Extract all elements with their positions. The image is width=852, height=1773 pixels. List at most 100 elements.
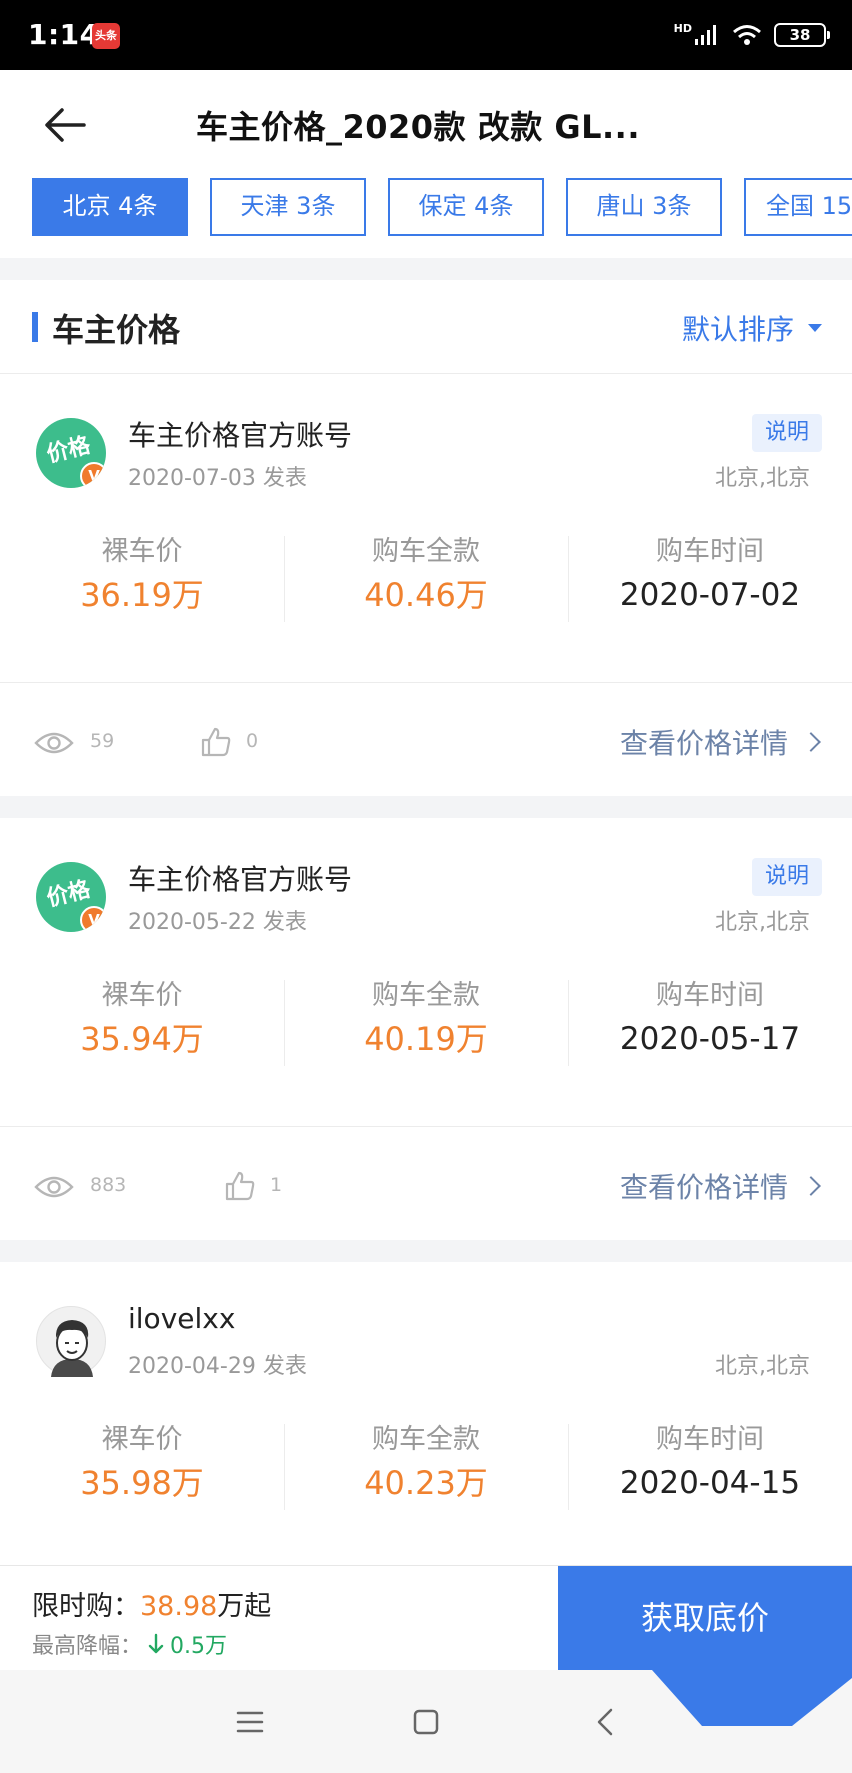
home-square-icon[interactable] [404,1700,448,1744]
price-card[interactable]: 价格 V 车主价格官方账号 2020-05-22 发表 说明 北京,北京 裸车价… [0,818,852,1240]
card-divider [0,682,852,683]
city-tab-tangshan[interactable]: 唐山 3条 [566,178,722,236]
card-footer: 59 0 查看价格详情 [0,708,852,778]
bottom-promo-bar: 限时购：38.98万起 最高降幅： 0.5万 获取底价 [0,1565,852,1671]
owner-price-section-header: 车主价格 默认排序 [0,280,852,374]
official-account-avatar[interactable]: 价格 V [36,862,106,932]
price-card[interactable]: ilovelxx 2020-04-29 发表 北京,北京 裸车价 35.98万 … [0,1262,852,1565]
bare-price-col: 裸车价 36.19万 [0,532,284,620]
post-date: 2020-04-29 发表 [128,1354,307,1379]
avatar-text: 价格 [44,432,93,468]
eye-icon [34,1176,74,1198]
user-name[interactable]: 车主价格官方账号 [128,414,352,454]
total-price-value: 40.23万 [364,1464,488,1502]
hd-label: HD [673,21,692,35]
bare-price-label: 裸车价 [101,536,183,567]
cartoon-user-avatar[interactable] [36,1306,106,1377]
thumbs-up-icon[interactable] [224,1170,256,1202]
get-lowest-price-button[interactable]: 获取底价 [558,1566,852,1671]
card-footer: 883 1 查看价格详情 [0,1152,852,1222]
card-divider [0,1126,852,1127]
location: 北京,北京 [715,466,810,491]
user-name[interactable]: 车主价格官方账号 [128,858,352,898]
verified-badge-icon: V [80,906,106,932]
promo-price: 38.98 [140,1591,218,1622]
view-count: 883 [90,1174,127,1196]
city-filter-tabs: 北京 4条 天津 3条 保定 4条 唐山 3条 全国 15 [0,178,852,258]
thumbs-up-icon[interactable] [200,726,232,758]
status-icons: HD 38 [673,20,830,50]
location: 北京,北京 [715,1354,810,1379]
bare-price-col: 裸车价 35.94万 [0,976,284,1064]
like-count: 0 [246,730,259,752]
official-account-avatar[interactable]: 价格 V [36,418,106,488]
view-details-link[interactable]: 查看价格详情 [619,722,821,762]
purchase-time-label: 购车时间 [656,1424,764,1455]
total-price-label: 购车全款 [372,1424,480,1455]
purchase-time-col: 购车时间 2020-07-02 [568,532,852,620]
view-count: 59 [90,730,115,752]
chevron-right-icon [801,1176,821,1196]
eye-icon [34,732,74,754]
bare-price-value: 35.94万 [80,1020,204,1058]
total-price-col: 购车全款 40.19万 [284,976,568,1064]
purchase-time-label: 购车时间 [656,980,764,1011]
view-details-label: 查看价格详情 [619,727,788,760]
city-tab-tianjin[interactable]: 天津 3条 [210,178,366,236]
city-tab-national[interactable]: 全国 15 [744,178,852,236]
total-price-label: 购车全款 [372,536,480,567]
purchase-time-label: 购车时间 [656,536,764,567]
post-date: 2020-05-22 发表 [128,910,307,935]
news-app-icon: 头条 [92,23,120,49]
signal-icon [695,25,716,45]
promo-suffix: 万起 [217,1591,272,1622]
view-details-label: 查看价格详情 [619,1171,788,1204]
like-count: 1 [270,1174,283,1196]
purchase-time-value: 2020-04-15 [619,1465,801,1501]
user-name[interactable]: ilovelxx [128,1302,235,1335]
bare-price-label: 裸车价 [101,980,183,1011]
price-summary: 裸车价 35.94万 购车全款 40.19万 购车时间 2020-05-17 [0,976,852,1066]
total-price-col: 购车全款 40.46万 [284,532,568,620]
price-card[interactable]: 价格 V 车主价格官方账号 2020-07-03 发表 说明 北京,北京 裸车价… [0,374,852,796]
promo-label: 限时购： [32,1591,140,1622]
price-summary: 裸车价 35.98万 购车全款 40.23万 购车时间 2020-04-15 [0,1420,852,1510]
price-drop-line: 最高降幅： 0.5万 [32,1628,227,1660]
bare-price-value: 36.19万 [80,576,204,614]
total-price-col: 购车全款 40.23万 [284,1420,568,1508]
post-date: 2020-07-03 发表 [128,466,307,491]
view-details-link[interactable]: 查看价格详情 [619,1166,821,1206]
note-badge[interactable]: 说明 [752,414,822,452]
note-badge[interactable]: 说明 [752,858,822,896]
bare-price-col: 裸车价 35.98万 [0,1420,284,1508]
wifi-icon [733,25,761,45]
bare-price-value: 35.98万 [80,1464,204,1502]
status-bar: 1:14 头条 HD 38 [0,0,852,70]
location: 北京,北京 [715,910,810,935]
sort-label: 默认排序 [681,313,794,346]
bare-price-label: 裸车价 [101,1424,183,1455]
sort-dropdown[interactable]: 默认排序 [682,308,822,348]
top-header: 车主价格_2020款 改款 GL... [0,70,852,178]
section-title: 车主价格 [52,311,181,349]
user-face-icon [51,1320,93,1377]
price-summary: 裸车价 36.19万 购车全款 40.46万 购车时间 2020-07-02 [0,532,852,622]
caret-down-icon [808,324,822,332]
down-arrow-icon [148,1633,164,1654]
back-arrow-icon[interactable] [40,100,90,150]
drop-value: 0.5万 [170,1634,228,1659]
decorative-corner-shape [592,1670,852,1726]
city-tab-baoding[interactable]: 保定 4条 [388,178,544,236]
purchase-time-col: 购车时间 2020-05-17 [568,976,852,1064]
page-title: 车主价格_2020款 改款 GL... [196,108,640,146]
drop-label: 最高降幅： [32,1634,143,1659]
status-time: 1:14 [28,18,100,51]
purchase-time-value: 2020-07-02 [619,577,801,613]
total-price-value: 40.19万 [364,1020,488,1058]
chevron-right-icon [801,732,821,752]
city-tab-beijing[interactable]: 北京 4条 [32,178,188,236]
total-price-label: 购车全款 [372,980,480,1011]
menu-icon[interactable] [228,1700,272,1744]
verified-badge-icon: V [80,462,106,488]
purchase-time-col: 购车时间 2020-04-15 [568,1420,852,1508]
